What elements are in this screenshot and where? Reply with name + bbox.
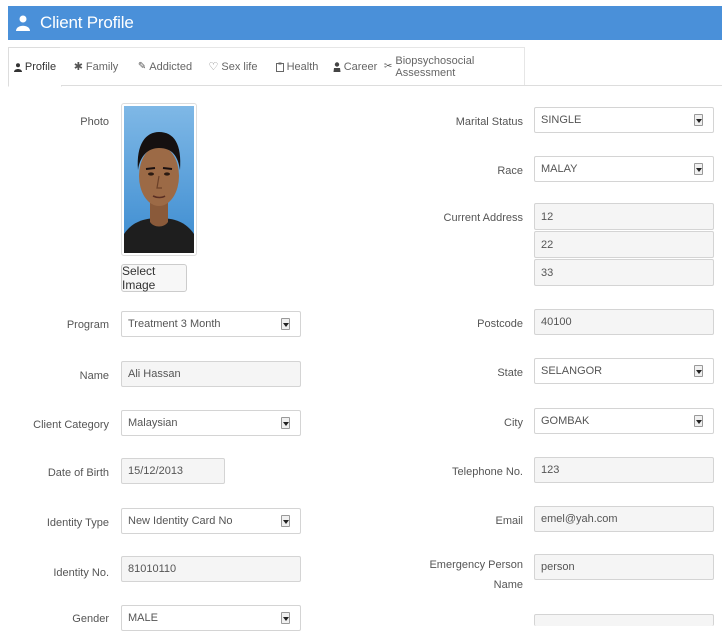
client-category-label: Client Category [33,419,109,431]
tab-bar: Profile ✱ Family ✎ Addicted ♡ Sex life H… [8,47,722,87]
program-value: Treatment 3 Month [128,318,221,330]
address-line-2-field[interactable]: 22 [534,231,714,258]
chevron-down-icon [281,612,290,624]
tab-sex-life[interactable]: ♡ Sex life [198,47,269,85]
portrait-photo [124,106,194,253]
email-value: emel@yah.com [541,513,618,525]
tab-profile[interactable]: Profile [8,47,62,87]
telephone-field[interactable]: 123 [534,457,714,483]
chevron-down-icon [281,318,290,330]
chevron-down-icon [694,415,703,427]
address-line-1-field[interactable]: 12 [534,203,714,230]
chevron-down-icon [281,515,290,527]
chevron-down-icon [694,114,703,126]
date-of-birth-value: 15/12/2013 [128,465,184,477]
identity-type-value: New Identity Card No [128,515,233,527]
race-label: Race [497,165,523,177]
photo-label: Photo [80,116,109,128]
race-value: MALAY [541,163,578,175]
tab-career[interactable]: Career [326,47,385,85]
current-address-label: Current Address [443,212,523,224]
date-of-birth-field[interactable]: 15/12/2013 [121,458,225,484]
postcode-field[interactable]: 40100 [534,309,714,335]
tab-label: Career [343,60,378,73]
identity-type-label: Identity Type [46,517,109,529]
address-line-3-field[interactable]: 33 [534,259,714,286]
postcode-value: 40100 [541,316,572,328]
page-header: Client Profile [8,6,722,40]
identity-type-select[interactable]: New Identity Card No [121,508,301,534]
gender-select[interactable]: MALE [121,605,301,631]
user-icon [16,15,30,31]
identity-no-label: Identity No. [53,567,109,579]
emergency-person-label-line2: Name [493,579,523,591]
pencil-icon: ✎ [137,61,147,72]
name-field[interactable]: Ali Hassan [121,361,301,387]
marital-status-label: Marital Status [455,116,523,128]
next-field-partial[interactable] [534,614,714,626]
emergency-person-label-line1: Emergency Person [429,559,523,571]
address-line-1-value: 12 [541,210,554,223]
tab-label: Profile [24,61,57,73]
tab-label: Addicted [149,60,193,73]
city-label: City [504,417,523,429]
tab-label: Biopsychosocial Assessment [395,54,475,79]
tab-label: Family [85,60,119,73]
identity-no-field[interactable]: 81010110 [121,556,301,582]
city-value: GOMBAK [541,415,590,427]
page-title: Client Profile [40,13,134,32]
race-select[interactable]: MALAY [534,156,714,182]
name-label: Name [79,370,109,382]
program-label: Program [66,319,109,331]
chevron-down-icon [694,163,703,175]
client-photo [121,103,197,256]
emergency-person-name-field[interactable]: person [534,554,714,580]
clipboard-icon [275,62,284,72]
heart-icon: ♡ [208,61,219,73]
address-line-3-value: 33 [541,266,554,279]
person-icon [333,61,341,72]
state-label: State [497,367,523,379]
tab-family[interactable]: ✱ Family [60,47,133,85]
state-value: SELANGOR [541,365,603,377]
telephone-label: Telephone No. [452,466,523,478]
postcode-label: Postcode [477,318,523,330]
gender-value: MALE [128,612,158,624]
chevron-down-icon [694,365,703,377]
email-field[interactable]: emel@yah.com [534,506,714,532]
telephone-value: 123 [541,464,560,476]
date-of-birth-label: Date of Birth [47,467,109,479]
identity-no-value: 81010110 [128,563,177,575]
email-label: Email [495,515,523,527]
chevron-down-icon [281,417,290,429]
name-value: Ali Hassan [128,368,181,380]
select-image-button[interactable]: Select Image [121,264,187,292]
client-category-select[interactable]: Malaysian [121,410,301,436]
tab-addicted[interactable]: ✎ Addicted [132,47,199,85]
emergency-person-name-value: person [541,561,575,573]
marital-status-select[interactable]: SINGLE [534,107,714,133]
asterisk-icon: ✱ [73,61,83,73]
tab-biopsychosocial-assessment[interactable]: ✂ Biopsychosocial Assessment [384,47,525,85]
address-line-2-value: 22 [541,238,554,251]
user-icon [13,62,22,72]
marital-status-value: SINGLE [541,114,582,126]
program-select[interactable]: Treatment 3 Month [121,311,301,337]
tab-health[interactable]: Health [268,47,327,85]
tab-label: Sex life [221,60,258,73]
city-select[interactable]: GOMBAK [534,408,714,434]
state-select[interactable]: SELANGOR [534,358,714,384]
tools-icon: ✂ [384,61,393,72]
client-category-value: Malaysian [128,417,178,429]
tab-label: Health [286,60,319,73]
